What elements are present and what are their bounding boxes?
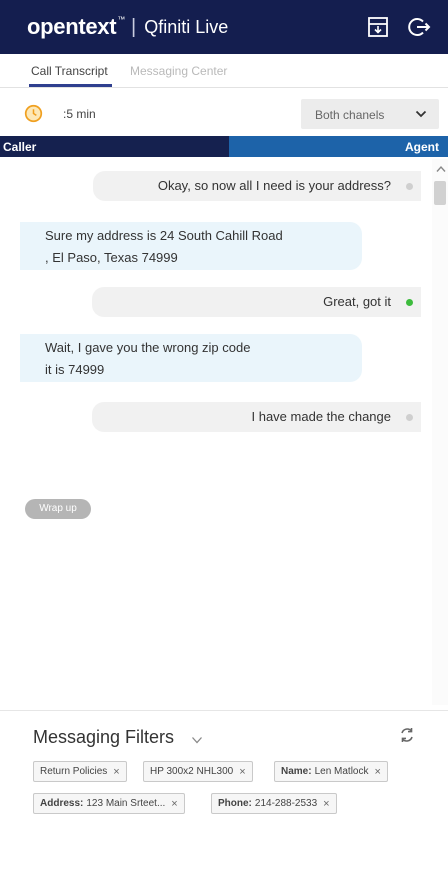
filter-chip[interactable]: Return Policies ×: [33, 761, 127, 782]
close-icon[interactable]: ×: [113, 766, 119, 778]
chevron-down-icon[interactable]: [191, 735, 203, 745]
logout-icon[interactable]: [407, 15, 431, 39]
tab-call-transcript[interactable]: Call Transcript: [31, 64, 108, 78]
app-header: opentext™ | Qfiniti Live: [0, 0, 448, 54]
close-icon[interactable]: ×: [375, 766, 381, 778]
channel-select-value: Both chanels: [315, 108, 385, 122]
wrap-up-button[interactable]: Wrap up: [25, 499, 91, 519]
tab-messaging-center[interactable]: Messaging Center: [130, 64, 227, 78]
scrollbar-thumb[interactable]: [434, 181, 446, 205]
brand-logo: opentext™: [27, 14, 125, 39]
filter-chip[interactable]: Name: Len Matlock ×: [274, 761, 388, 782]
panel-download-icon[interactable]: [366, 15, 390, 39]
product-name: Qfiniti Live: [144, 16, 229, 37]
header-separator: |: [130, 15, 137, 38]
close-icon[interactable]: ×: [171, 798, 177, 810]
close-icon[interactable]: ×: [323, 798, 329, 810]
filter-chip[interactable]: Address: 123 Main Srteet... ×: [33, 793, 185, 814]
status-dot-gray: [406, 414, 413, 421]
transcript-scrollbar[interactable]: [432, 159, 448, 705]
agent-channel-label: Agent: [229, 136, 448, 157]
channel-select[interactable]: Both chanels: [301, 99, 439, 129]
transcript-message-caller: Wait, I gave you the wrong zip code it i…: [20, 334, 362, 382]
transcript-message-agent: Okay, so now all I need is your address?: [93, 171, 421, 201]
transcript-message-caller: Sure my address is 24 South Cahill Road …: [20, 222, 362, 270]
transcript-controls: :5 min Both chanels: [0, 88, 448, 136]
clock-icon: [24, 104, 43, 123]
filter-chip[interactable]: Phone: 214-288-2533 ×: [211, 793, 337, 814]
filter-chip[interactable]: HP 300x2 NHL300 ×: [143, 761, 253, 782]
call-duration: :5 min: [63, 107, 96, 121]
active-tab-indicator: [29, 84, 112, 87]
scroll-up-icon[interactable]: [436, 165, 446, 173]
chevron-down-icon: [415, 110, 427, 118]
close-icon[interactable]: ×: [239, 766, 245, 778]
tab-bar: Call Transcript Messaging Center: [0, 54, 448, 88]
caller-channel-label: Caller: [0, 136, 229, 157]
transcript-message-agent: Great, got it: [92, 287, 421, 317]
channel-bar: Caller Agent: [0, 136, 448, 157]
messaging-filters-panel: Messaging Filters Return Policies × HP 3…: [0, 710, 448, 895]
refresh-icon[interactable]: [398, 726, 416, 744]
status-dot-green: [406, 299, 413, 306]
transcript-message-agent: I have made the change: [92, 402, 421, 432]
status-dot-gray: [406, 183, 413, 190]
messaging-filters-title[interactable]: Messaging Filters: [33, 727, 174, 748]
